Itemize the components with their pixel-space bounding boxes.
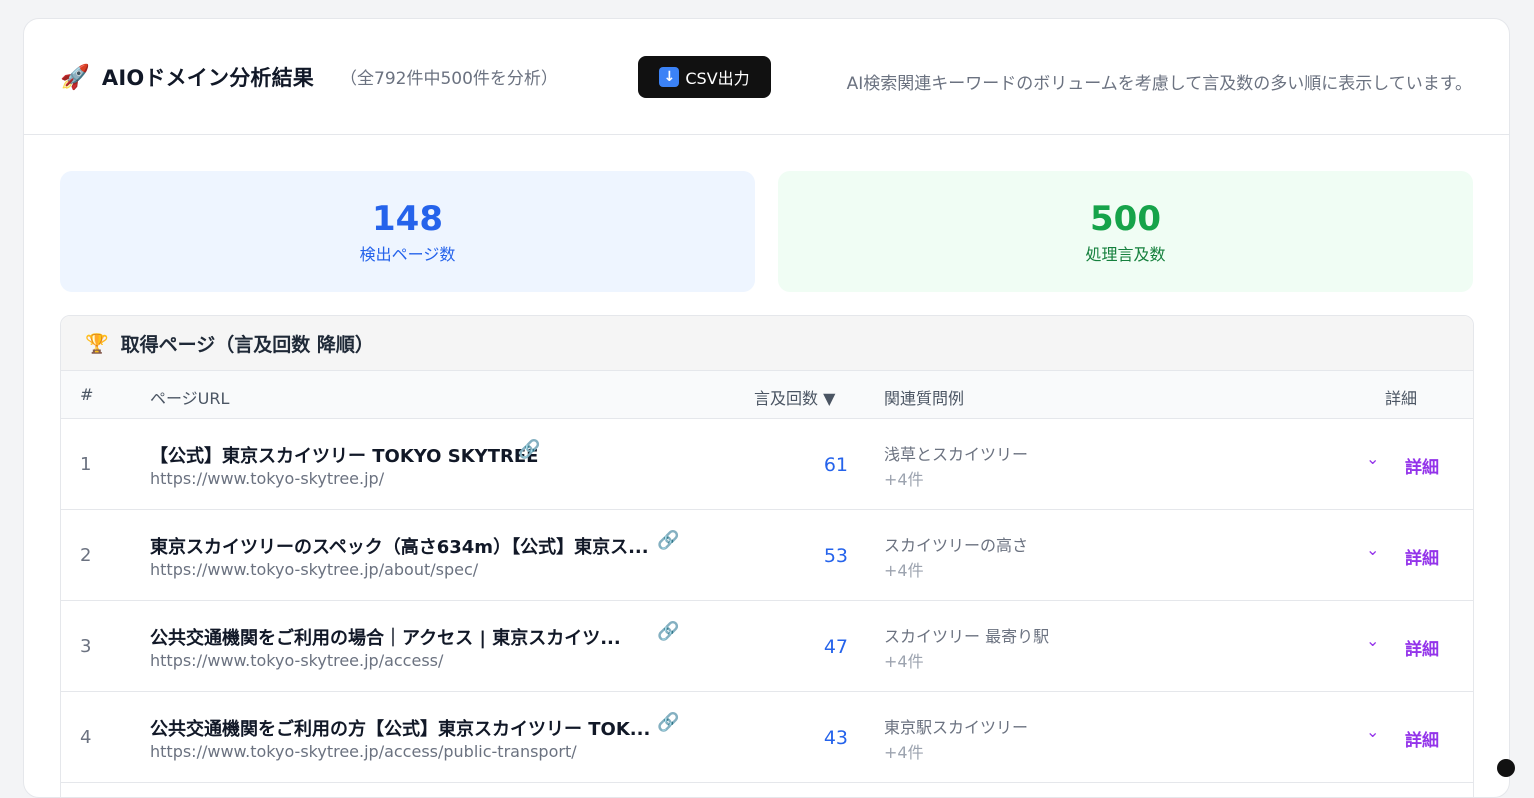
- col-page-url: ページURL: [150, 389, 230, 408]
- row-index: 2: [80, 545, 92, 566]
- mention-count: 47: [823, 636, 848, 658]
- detail-button[interactable]: 詳細: [1405, 544, 1439, 569]
- related-question: スカイツリー 最寄り駅: [884, 627, 1050, 646]
- page-url: https://www.tokyo-skytree.jp/about/spec/: [150, 560, 479, 579]
- sort-note: AI検索関連キーワードのボリュームを考慮して言及数の多い順に表示しています。: [846, 74, 1472, 94]
- mention-count: 61: [823, 454, 848, 476]
- col-mention-count[interactable]: 言及回数 ▼: [754, 385, 835, 409]
- related-question: スカイツリーの高さ: [884, 536, 1029, 555]
- page-url: https://www.tokyo-skytree.jp/access/: [150, 651, 444, 670]
- chevron-down-icon[interactable]: ⌄: [1366, 449, 1379, 468]
- table-title: 🏆 取得ページ（言及回数 降順）: [61, 316, 1473, 371]
- table-row: 4 公共交通機関をご利用の方【公式】東京スカイツリー TOK... 🔗 http…: [61, 692, 1473, 783]
- chevron-down-icon[interactable]: ⌄: [1366, 631, 1379, 650]
- mention-count: 43: [823, 727, 848, 749]
- page-url: https://www.tokyo-skytree.jp/access/publ…: [150, 742, 577, 761]
- row-index: 3: [80, 636, 92, 657]
- processed-mentions-value: 500: [1090, 198, 1161, 239]
- col-detail: 詳細: [1385, 389, 1418, 408]
- table-row: 1 【公式】東京スカイツリー TOKYO SKYTREE 🔗 https://w…: [61, 419, 1473, 510]
- page-title-link[interactable]: 東京スカイツリーのスペック（高さ634m）【公式】東京ス...: [150, 533, 649, 559]
- csv-export-button[interactable]: ↓ CSV出力: [638, 56, 771, 98]
- table-row: 3 公共交通機関をご利用の場合｜アクセス | 東京スカイツ... 🔗 https…: [61, 601, 1473, 692]
- more-questions: +4件: [884, 743, 924, 762]
- row-index: 1: [80, 454, 92, 475]
- related-question: 東京駅スカイツリー: [884, 718, 1029, 737]
- related-question: 浅草とスカイツリー: [884, 445, 1029, 464]
- more-questions: +4件: [884, 652, 924, 671]
- download-icon: ↓: [659, 67, 680, 87]
- rocket-icon: 🚀: [60, 62, 90, 91]
- floating-action-button[interactable]: [1497, 759, 1515, 777]
- col-related-questions: 関連質問例: [884, 389, 965, 408]
- page-title-link[interactable]: 【公式】東京スカイツリー TOKYO SKYTREE: [150, 442, 538, 468]
- table-row: 2 東京スカイツリーのスペック（高さ634m）【公式】東京ス... 🔗 http…: [61, 510, 1473, 601]
- mention-count: 53: [823, 545, 848, 567]
- col-index: #: [80, 385, 94, 404]
- link-icon[interactable]: 🔗: [657, 621, 679, 642]
- page-title-link[interactable]: 公共交通機関をご利用の場合｜アクセス | 東京スカイツ...: [150, 624, 621, 650]
- link-icon[interactable]: 🔗: [657, 530, 679, 551]
- more-questions: +4件: [884, 561, 924, 580]
- processed-mentions-stat: 500 処理言及数: [778, 171, 1473, 292]
- analysis-card: 🚀 AIOドメイン分析結果 （全792件中500件を分析） ↓ CSV出力 AI…: [23, 18, 1510, 798]
- detail-button[interactable]: 詳細: [1405, 726, 1439, 751]
- card-header: 🚀 AIOドメイン分析結果 （全792件中500件を分析） ↓ CSV出力 AI…: [24, 19, 1509, 135]
- table-title-text: 取得ページ（言及回数 降順）: [120, 333, 374, 356]
- detail-button[interactable]: 詳細: [1405, 635, 1439, 660]
- page-url: https://www.tokyo-skytree.jp/: [150, 469, 385, 488]
- chevron-down-icon[interactable]: ⌄: [1366, 540, 1379, 559]
- row-index: 4: [80, 727, 92, 748]
- page-title-link[interactable]: 公共交通機関をご利用の方【公式】東京スカイツリー TOK...: [150, 715, 650, 741]
- detected-pages-label: 検出ページ数: [359, 244, 456, 264]
- detail-button[interactable]: 詳細: [1405, 453, 1439, 478]
- stats-panel: 148 検出ページ数 500 処理言及数: [60, 171, 1473, 292]
- link-icon[interactable]: 🔗: [657, 712, 679, 733]
- link-icon[interactable]: 🔗: [518, 439, 540, 460]
- page-title: AIOドメイン分析結果: [101, 65, 315, 90]
- processed-mentions-label: 処理言及数: [1085, 244, 1166, 264]
- more-questions: +4件: [884, 470, 924, 489]
- analysis-count-subtitle: （全792件中500件を分析）: [340, 69, 558, 89]
- trophy-icon: 🏆: [85, 332, 109, 355]
- table-header: # ページURL 言及回数 ▼ 関連質問例 詳細: [61, 371, 1473, 419]
- pages-table: 🏆 取得ページ（言及回数 降順） # ページURL 言及回数 ▼ 関連質問例 詳…: [60, 315, 1474, 797]
- detected-pages-stat: 148 検出ページ数: [60, 171, 755, 292]
- chevron-down-icon[interactable]: ⌄: [1366, 722, 1379, 741]
- detected-pages-value: 148: [372, 198, 443, 239]
- csv-export-label: CSV出力: [685, 69, 750, 88]
